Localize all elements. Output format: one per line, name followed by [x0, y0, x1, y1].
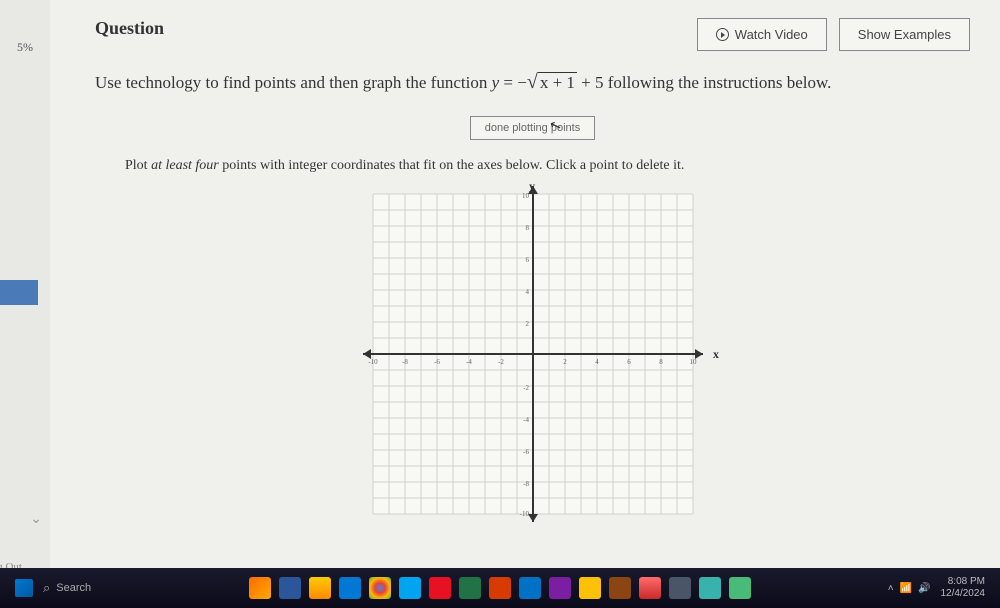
svg-text:-8: -8 — [402, 358, 408, 366]
app-icon[interactable] — [729, 577, 751, 599]
app-icon[interactable] — [399, 577, 421, 599]
sidebar: 5% ⌄ Log Out — [0, 0, 50, 608]
svg-text:-8: -8 — [523, 480, 529, 488]
taskbar-search[interactable]: ⌕ Search — [43, 580, 91, 596]
svg-text:-6: -6 — [523, 448, 529, 456]
svg-text:8: 8 — [525, 224, 529, 232]
taskbar-apps — [249, 577, 751, 599]
app-icon[interactable] — [549, 577, 571, 599]
svg-text:-4: -4 — [466, 358, 472, 366]
question-title: Question — [95, 18, 164, 39]
svg-text:-2: -2 — [523, 384, 529, 392]
svg-text:6: 6 — [525, 256, 529, 264]
instruction-text: Use technology to find points and then g… — [95, 71, 970, 94]
watch-video-button[interactable]: Watch Video — [697, 18, 827, 51]
chevron-up-icon[interactable]: ˄ — [888, 583, 894, 594]
x-axis-label: x — [713, 347, 719, 361]
sound-icon[interactable]: 🔊 — [918, 583, 930, 594]
svg-text:4: 4 — [525, 288, 529, 296]
taskbar-time: 8:08 PM — [941, 576, 986, 588]
main-content: Question Watch Video Show Examples Use t… — [50, 0, 1000, 608]
taskbar-date: 12/4/2024 — [941, 588, 986, 600]
svg-text:-10: -10 — [519, 510, 529, 518]
show-examples-label: Show Examples — [858, 27, 951, 42]
play-icon — [716, 28, 729, 41]
y-axis-label: y — [529, 184, 535, 193]
app-icon[interactable] — [579, 577, 601, 599]
taskbar-clock[interactable]: 8:08 PM 12/4/2024 — [941, 576, 986, 600]
windows-taskbar[interactable]: ⌕ Search ˄ 📶 🔊 8:08 PM 12/4/2024 — [0, 568, 1000, 608]
plot-instruction: Plot at least four points with integer c… — [125, 158, 970, 174]
svg-text:10: 10 — [522, 192, 530, 200]
svg-text:-4: -4 — [523, 416, 529, 424]
svg-text:-10: -10 — [368, 358, 378, 366]
app-icon[interactable] — [489, 577, 511, 599]
svg-text:2: 2 — [563, 358, 567, 366]
app-icon[interactable] — [699, 577, 721, 599]
svg-text:-6: -6 — [434, 358, 440, 366]
app-icon[interactable] — [309, 577, 331, 599]
done-plotting-button[interactable]: done plotting points — [470, 116, 595, 140]
progress-percent: 5% — [17, 40, 33, 55]
app-icon[interactable] — [609, 577, 631, 599]
app-icon[interactable] — [249, 577, 271, 599]
app-icon[interactable] — [459, 577, 481, 599]
app-icon[interactable] — [669, 577, 691, 599]
windows-start-icon[interactable] — [15, 579, 33, 597]
app-icon[interactable] — [339, 577, 361, 599]
chrome-icon[interactable] — [369, 577, 391, 599]
chevron-down-icon[interactable]: ⌄ — [30, 511, 42, 528]
app-icon[interactable] — [429, 577, 451, 599]
svg-text:2: 2 — [525, 320, 529, 328]
app-icon[interactable] — [639, 577, 661, 599]
watch-video-label: Watch Video — [735, 27, 808, 42]
svg-text:4: 4 — [595, 358, 599, 366]
coordinate-graph[interactable]: x y -10 -8 -6 -4 -2 2 4 6 8 10 10 — [343, 184, 723, 524]
wifi-icon[interactable]: 📶 — [900, 583, 912, 594]
show-examples-button[interactable]: Show Examples — [839, 18, 970, 51]
system-tray[interactable]: ˄ 📶 🔊 — [888, 583, 931, 594]
app-icon[interactable] — [519, 577, 541, 599]
search-icon: ⌕ — [43, 580, 50, 596]
app-icon[interactable] — [279, 577, 301, 599]
sidebar-progress-indicator — [0, 280, 38, 305]
svg-text:8: 8 — [659, 358, 663, 366]
svg-text:-2: -2 — [498, 358, 504, 366]
svg-text:10: 10 — [689, 358, 697, 366]
svg-text:6: 6 — [627, 358, 631, 366]
search-label: Search — [56, 582, 91, 594]
